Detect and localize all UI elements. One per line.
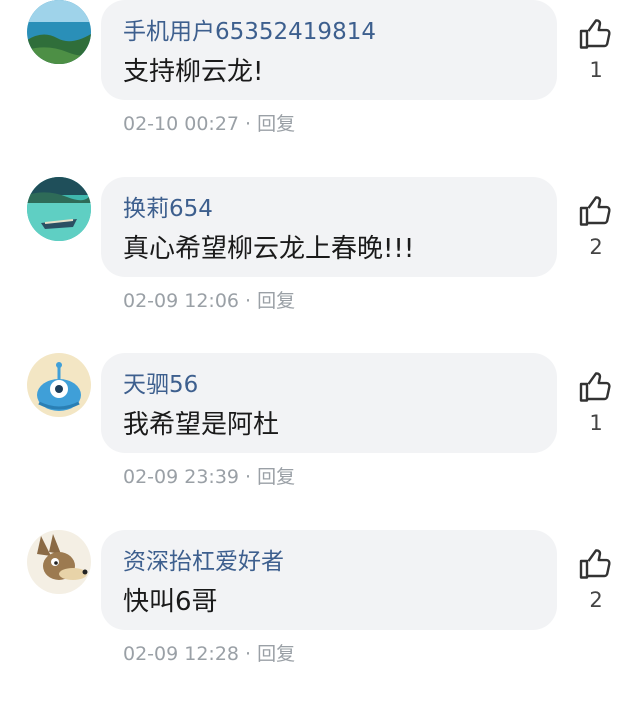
- timestamp: 02-09 12:28: [123, 643, 240, 665]
- avatar[interactable]: [27, 353, 91, 417]
- reply-button[interactable]: 回复: [257, 643, 295, 665]
- separator: ·: [239, 113, 258, 135]
- separator: ·: [239, 643, 258, 665]
- comment-text: 真心希望柳云龙上春晚!!!: [123, 234, 415, 264]
- sea-coast-avatar-icon: [27, 0, 91, 64]
- thumbs-up-icon: [579, 372, 611, 402]
- avatar[interactable]: [27, 0, 91, 64]
- like-count: 1: [589, 58, 603, 82]
- comment-bubble: 资深抬杠爱好者 快叫6哥: [101, 530, 557, 630]
- comment-meta: 02-10 00:27 · 回复: [123, 110, 295, 138]
- separator: ·: [239, 290, 258, 312]
- cartoon-robot-avatar-icon: [27, 353, 91, 417]
- reply-button[interactable]: 回复: [257, 466, 295, 488]
- username[interactable]: 资深抬杠爱好者: [123, 546, 284, 578]
- avatar[interactable]: [27, 177, 91, 241]
- comment-bubble: 换莉654 真心希望柳云龙上春晚!!!: [101, 177, 557, 277]
- like-count: 2: [589, 588, 603, 612]
- reply-button[interactable]: 回复: [257, 113, 295, 135]
- separator: ·: [239, 466, 258, 488]
- comment-meta: 02-09 12:28 · 回复: [123, 640, 295, 668]
- reply-button[interactable]: 回复: [257, 290, 295, 312]
- comment-bubble: 手机用户65352419814 支持柳云龙!: [101, 0, 557, 100]
- comment-text: 支持柳云龙!: [123, 57, 264, 87]
- comment-meta: 02-09 23:39 · 回复: [123, 463, 295, 491]
- comment-item: 资深抬杠爱好者 快叫6哥 02-09 12:28 · 回复 2: [0, 530, 640, 706]
- username[interactable]: 手机用户65352419814: [123, 16, 376, 48]
- comment-item: 天驷56 我希望是阿杜 02-09 23:39 · 回复 1: [0, 353, 640, 529]
- like-button[interactable]: 1: [572, 16, 620, 86]
- username[interactable]: 换莉654: [123, 193, 213, 225]
- coyote-avatar-icon: [27, 530, 91, 594]
- like-button[interactable]: 1: [572, 369, 620, 439]
- like-button[interactable]: 2: [572, 546, 620, 616]
- thumbs-up-icon: [579, 196, 611, 226]
- comment-meta: 02-09 12:06 · 回复: [123, 287, 295, 315]
- timestamp: 02-10 00:27: [123, 113, 240, 135]
- thumbs-up-icon: [579, 549, 611, 579]
- timestamp: 02-09 23:39: [123, 466, 240, 488]
- like-count: 1: [589, 411, 603, 435]
- comment-bubble: 天驷56 我希望是阿杜: [101, 353, 557, 453]
- comment-item: 手机用户65352419814 支持柳云龙! 02-10 00:27 · 回复 …: [0, 0, 640, 176]
- timestamp: 02-09 12:06: [123, 290, 240, 312]
- like-button[interactable]: 2: [572, 193, 620, 263]
- thumbs-up-icon: [579, 19, 611, 49]
- comment-text: 我希望是阿杜: [123, 410, 280, 440]
- avatar[interactable]: [27, 530, 91, 594]
- username[interactable]: 天驷56: [123, 369, 198, 401]
- like-count: 2: [589, 235, 603, 259]
- comment-item: 换莉654 真心希望柳云龙上春晚!!! 02-09 12:06 · 回复 2: [0, 177, 640, 353]
- comment-text: 快叫6哥: [123, 587, 218, 617]
- boat-avatar-icon: [27, 177, 91, 241]
